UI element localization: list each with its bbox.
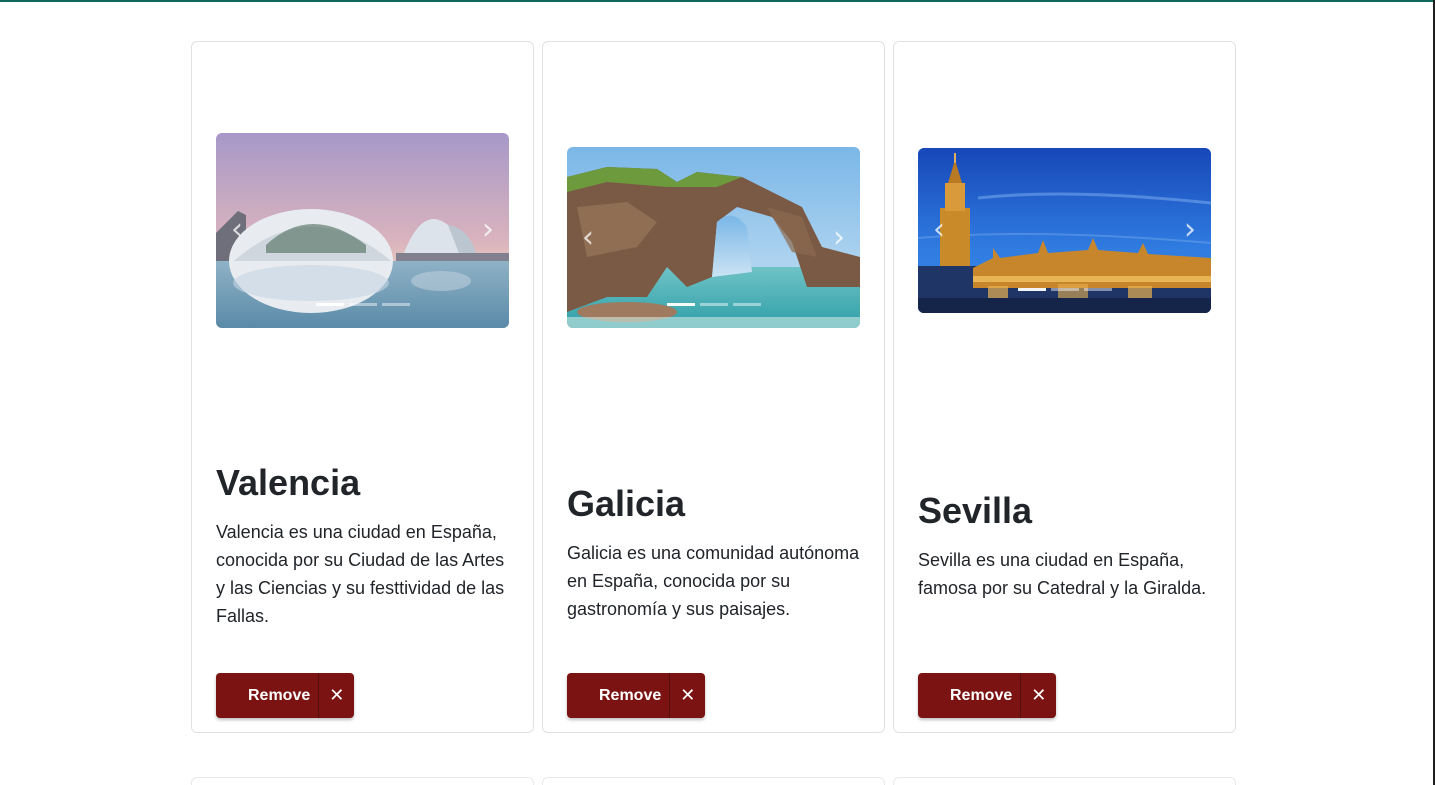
- card-media: ‹ ›: [216, 42, 509, 418]
- image-carousel: ‹ ›: [216, 132, 509, 328]
- carousel-indicator[interactable]: [381, 302, 410, 306]
- carousel-next-icon[interactable]: ›: [1175, 215, 1205, 245]
- destination-card-partial: [893, 777, 1236, 785]
- card-body: Galicia Galicia es una comunidad autónom…: [567, 433, 860, 673]
- card-title: Galicia: [567, 483, 686, 524]
- carousel-indicator[interactable]: [1083, 287, 1112, 291]
- destination-card: ‹ › Valencia Valencia es una ciudad en E…: [191, 41, 534, 733]
- remove-button-label: Remove: [950, 686, 1013, 704]
- carousel-indicators: [567, 303, 860, 306]
- image-carousel: ‹ ›: [567, 147, 860, 328]
- galicia-photo: [567, 147, 860, 328]
- card-description: Valencia es una ciudad en España, conoci…: [216, 521, 505, 626]
- card-title: Sevilla: [918, 489, 1033, 531]
- image-carousel: ‹ ›: [918, 147, 1211, 313]
- carousel-indicator[interactable]: [699, 303, 728, 306]
- top-accent-bar: [0, 0, 1435, 2]
- destination-card: ‹ › Sevilla Sevilla es una ciudad en Esp…: [893, 41, 1236, 733]
- carousel-next-icon[interactable]: ›: [824, 222, 854, 253]
- close-icon: ✕: [669, 673, 705, 718]
- carousel-prev-icon[interactable]: ‹: [573, 222, 603, 253]
- card-description: Sevilla es una ciudad en España, famosa …: [918, 549, 1207, 598]
- carousel-indicator[interactable]: [315, 302, 344, 306]
- destination-grid: ‹ › Valencia Valencia es una ciudad en E…: [191, 41, 1236, 785]
- card-body: Valencia Valencia es una ciudad en Españ…: [216, 418, 509, 673]
- carousel-indicators: [918, 287, 1211, 291]
- carousel-indicator[interactable]: [732, 303, 761, 306]
- carousel-indicator[interactable]: [348, 302, 377, 306]
- card-media: ‹ ›: [918, 42, 1211, 418]
- remove-button-label: Remove: [599, 686, 662, 704]
- close-icon: ✕: [1020, 673, 1056, 718]
- remove-button[interactable]: Remove ✕: [918, 673, 1057, 718]
- remove-button[interactable]: Remove ✕: [216, 673, 355, 718]
- card-body: Sevilla Sevilla es una ciudad en España,…: [918, 418, 1211, 673]
- card-title: Valencia: [216, 461, 361, 503]
- carousel-prev-icon[interactable]: ‹: [222, 215, 252, 245]
- remove-button-label: Remove: [248, 686, 311, 704]
- carousel-indicator[interactable]: [1017, 287, 1046, 291]
- remove-button[interactable]: Remove ✕: [567, 673, 706, 718]
- card-media: ‹ ›: [567, 42, 860, 433]
- destination-card: ‹ › Galicia Galicia es una comunidad aut…: [542, 41, 885, 733]
- carousel-indicator[interactable]: [666, 303, 695, 306]
- destination-card-partial: [542, 777, 885, 785]
- carousel-indicator[interactable]: [1050, 287, 1079, 291]
- destination-card-partial: [191, 777, 534, 785]
- close-icon: ✕: [318, 673, 354, 718]
- valencia-photo: [216, 132, 509, 328]
- card-description: Galicia es una comunidad autónoma en Esp…: [567, 543, 860, 619]
- carousel-prev-icon[interactable]: ‹: [924, 215, 954, 245]
- carousel-indicators: [216, 302, 509, 306]
- carousel-next-icon[interactable]: ›: [473, 215, 503, 245]
